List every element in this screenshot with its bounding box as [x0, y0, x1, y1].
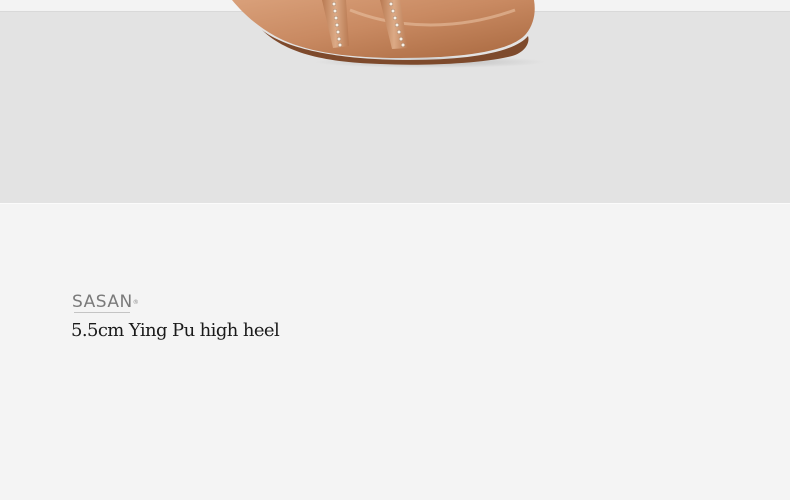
dance-shoe-image — [232, 0, 545, 68]
product-title: 5.5cm Ying Pu high heel — [71, 320, 280, 341]
product-detail-page: SASAN® 5.5cm Ying Pu high heel — [0, 0, 790, 500]
brand-name: SASAN® — [72, 292, 140, 312]
product-photo — [0, 0, 790, 204]
registered-mark: ® — [132, 299, 140, 306]
brand-tagline-line — [74, 312, 130, 313]
product-caption: SASAN® 5.5cm Ying Pu high heel — [71, 293, 371, 353]
photo-bottom-line — [0, 203, 790, 204]
